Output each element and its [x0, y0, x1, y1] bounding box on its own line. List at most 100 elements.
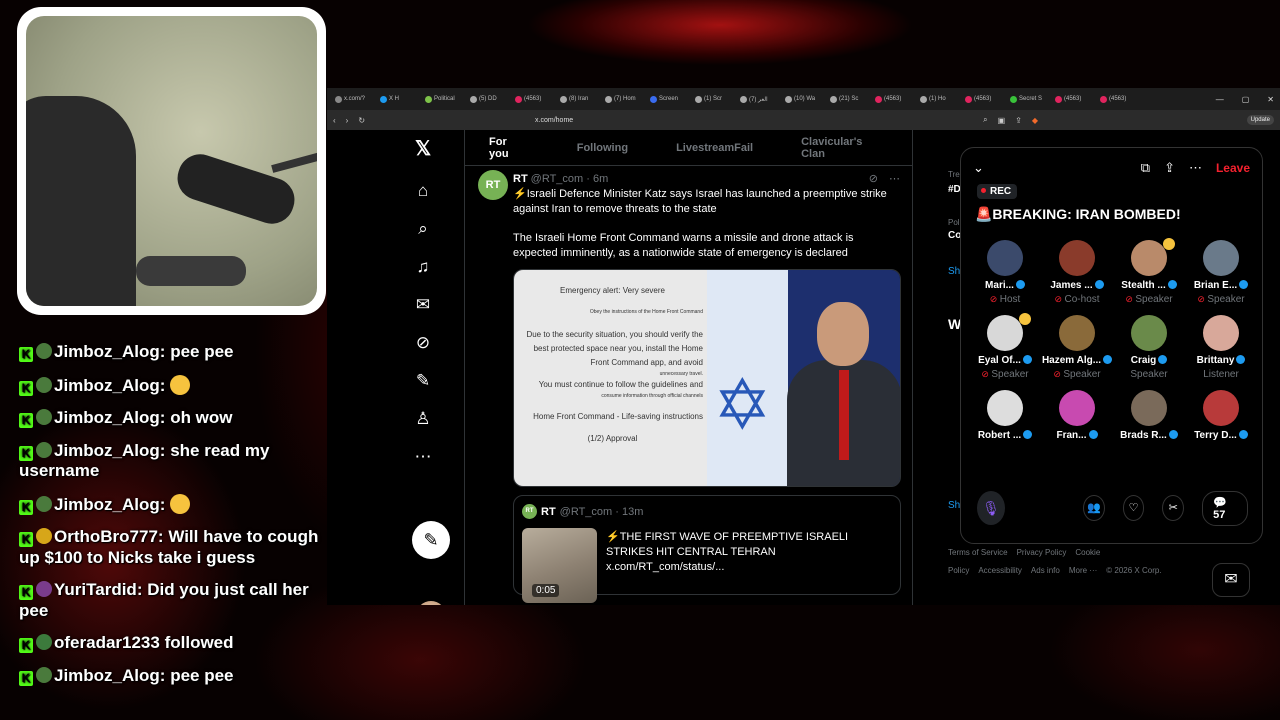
browser-tab[interactable]: (4563) [871, 90, 916, 108]
chat-username[interactable]: Jimboz_Alog [54, 666, 160, 685]
tab-clan[interactable]: Clavicular's Clan [777, 136, 912, 160]
browser-tab[interactable]: (4563) [961, 90, 1006, 108]
account-avatar[interactable] [416, 601, 446, 605]
messages-icon[interactable]: ✉ [412, 294, 434, 316]
mic-icon[interactable]: 🎙 [977, 491, 1005, 525]
footer-link[interactable]: Accessibility [978, 566, 1022, 575]
footer-link[interactable]: Privacy Policy [1017, 548, 1067, 557]
participant[interactable]: Mari... ⊘ Host [969, 240, 1041, 305]
extension-icon[interactable]: ▣ [998, 116, 1006, 125]
reload-icon[interactable]: ↻ [358, 116, 365, 125]
browser-tab[interactable]: (8) Iran [556, 90, 601, 108]
url-field[interactable]: x.com/home [535, 117, 573, 124]
more-icon[interactable]: ⋯ [412, 446, 434, 468]
browser-tab[interactable]: Political [421, 90, 466, 108]
zoom-icon[interactable]: ⌕ [983, 115, 987, 125]
clip-icon[interactable]: ✂ [1162, 495, 1185, 521]
participant[interactable]: James ... ⊘ Co-host [1041, 240, 1113, 305]
browser-tab[interactable]: العر (7) [736, 90, 781, 108]
browser-tab[interactable]: Screen [646, 90, 691, 108]
forward-icon[interactable]: › [346, 116, 349, 125]
minimize-icon[interactable]: — [1216, 95, 1224, 104]
browser-tab[interactable]: (1) Ho [916, 90, 961, 108]
footer-link[interactable]: © 2026 X Corp. [1106, 566, 1161, 575]
share-icon[interactable]: ⇪ [1015, 116, 1022, 125]
chat-username[interactable]: Jimboz_Alog [54, 495, 160, 514]
comments-button[interactable]: 💬 57 [1202, 490, 1249, 526]
browser-tab[interactable]: X H [376, 90, 421, 108]
show-more-link[interactable]: Sh [948, 500, 960, 511]
maximize-icon[interactable]: ▢ [1242, 95, 1250, 104]
chat-text: pee pee [170, 342, 234, 361]
participant[interactable]: Fran... [1041, 390, 1113, 441]
tab-livestreamfail[interactable]: LivestreamFail [652, 142, 777, 154]
participant[interactable]: Brian E... ⊘ Speaker [1185, 240, 1257, 305]
post-button[interactable]: ✎ [412, 521, 450, 559]
home-icon[interactable]: ⌂ [412, 180, 434, 202]
tab-for-you[interactable]: For you [465, 136, 553, 160]
browser-tab[interactable]: x.com/? [331, 90, 376, 108]
comments-count: 57 [1213, 508, 1226, 521]
browser-tab[interactable]: (4563) [1096, 90, 1141, 108]
profile-icon[interactable]: ♙ [412, 408, 434, 430]
show-more-link[interactable]: Sh [948, 266, 960, 277]
chat-username[interactable]: Jimboz_Alog [54, 408, 160, 427]
more-icon[interactable]: ⋯ [889, 172, 900, 185]
tweet[interactable]: RT RT @RT_com · 6m ⊘ ⋯ ⚡Israeli Defence … [465, 166, 912, 487]
footer-link[interactable]: Terms of Service [948, 548, 1008, 557]
browser-tab[interactable]: (4563) [1051, 90, 1096, 108]
chat-username[interactable]: Jimboz_Alog [54, 342, 160, 361]
katz-photo[interactable]: ✡ [707, 270, 900, 486]
back-icon[interactable]: ‹ [333, 116, 336, 125]
trend-item[interactable]: #D [948, 184, 961, 195]
browser-tab[interactable]: (7) Hom [601, 90, 646, 108]
grok-icon[interactable]: ⊘ [869, 172, 878, 185]
browser-tab[interactable]: (5) DD [466, 90, 511, 108]
participant[interactable]: Terry D... [1185, 390, 1257, 441]
chat-username[interactable]: YuriTardid [54, 580, 137, 599]
chat-username[interactable]: oferadar1233 [54, 633, 160, 652]
update-button[interactable]: Update [1246, 115, 1274, 125]
participant[interactable]: Robert ... [969, 390, 1041, 441]
people-icon[interactable]: 👥 [1082, 495, 1105, 521]
footer-link[interactable]: Ads info [1031, 566, 1060, 575]
share-icon[interactable]: ⇪ [1164, 160, 1175, 176]
participant[interactable]: Brads R... [1113, 390, 1185, 441]
search-icon[interactable]: ⌕ [412, 218, 434, 240]
chat-username[interactable]: OrthoBro777 [54, 527, 158, 546]
chat-message: K Jimboz_Alog: [19, 374, 319, 397]
avatar[interactable]: RT [478, 170, 508, 200]
browser-tab[interactable]: (10) Wa [781, 90, 826, 108]
collapse-icon[interactable]: ⌄ [973, 160, 984, 176]
more-icon[interactable]: ⋯ [1189, 160, 1202, 176]
chat-username[interactable]: Jimboz_Alog [54, 441, 160, 460]
emoji-icon [170, 374, 191, 395]
tab-following[interactable]: Following [553, 142, 652, 154]
tweet-media[interactable]: Emergency alert: Very severe Obey the in… [513, 269, 901, 487]
messages-drawer-icon[interactable]: ✉ [1212, 563, 1250, 597]
browser-tab[interactable]: (1) Scr [691, 90, 736, 108]
participant[interactable]: Craig Speaker [1113, 315, 1185, 380]
participant[interactable]: Stealth ... ⊘ Speaker [1113, 238, 1185, 305]
participant[interactable]: Eyal Of... ⊘ Speaker [969, 313, 1041, 380]
chat-username[interactable]: Jimboz_Alog [54, 376, 160, 395]
close-icon[interactable]: ✕ [1267, 95, 1274, 104]
open-external-icon[interactable]: ⧉ [1141, 160, 1150, 176]
leave-button[interactable]: Leave [1216, 161, 1250, 175]
participant[interactable]: Hazem Alg... ⊘ Speaker [1041, 315, 1113, 380]
like-icon[interactable]: ♡ [1122, 495, 1145, 521]
grok-icon[interactable]: ⊘ [412, 332, 434, 354]
x-logo-icon[interactable]: 𝕏 [412, 138, 434, 160]
video-thumbnail[interactable]: 0:05 [522, 528, 597, 603]
lists-icon[interactable]: ✎ [412, 370, 434, 392]
author-name[interactable]: RT [513, 173, 528, 185]
alert-screenshot[interactable]: Emergency alert: Very severe Obey the in… [514, 270, 707, 486]
participant[interactable]: Brittany Listener [1185, 315, 1257, 380]
browser-tab[interactable]: Secret S [1006, 90, 1051, 108]
footer-link[interactable]: More ··· [1069, 566, 1097, 575]
brave-shield-icon[interactable]: ◆ [1032, 116, 1038, 125]
browser-tab[interactable]: (21) Sc [826, 90, 871, 108]
notifications-icon[interactable]: ♫ [412, 256, 434, 278]
browser-tab[interactable]: (4563) [511, 90, 556, 108]
quoted-tweet[interactable]: RT RT @RT_com · 13m 0:05 ⚡THE FIRST WAVE… [513, 495, 901, 603]
